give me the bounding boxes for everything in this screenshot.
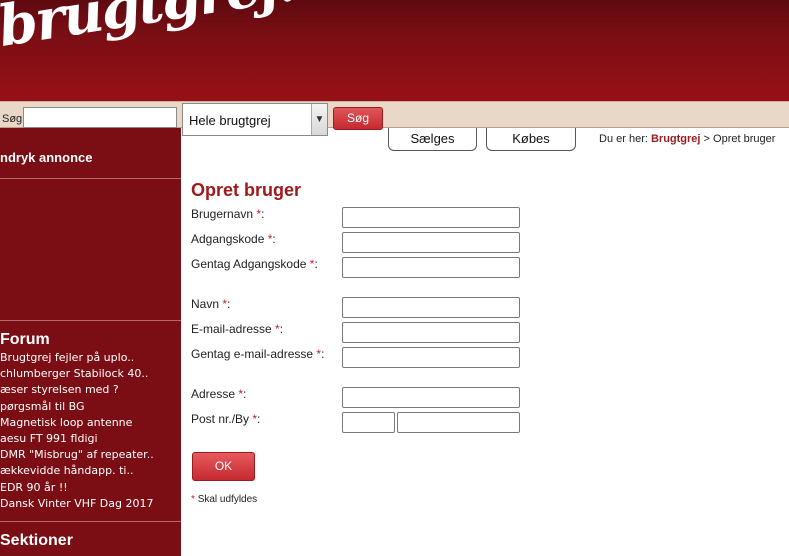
forum-item[interactable]: DMR "Misbrug" af repeater.. [0,447,154,463]
name-label: Navn *: [191,297,231,311]
password-label: Adgangskode *: [191,232,276,246]
forum-heading: Forum [0,331,50,348]
postal-city-label: Post nr./By *: [191,412,261,426]
name-field[interactable] [342,297,520,318]
breadcrumb: Du er her: Brugtgrej > Opret bruger [599,133,775,145]
required-note: * Skal udfyldes [191,494,258,505]
sidebar-divider [0,521,181,522]
password-repeat-field[interactable] [342,257,520,278]
password-field[interactable] [342,232,520,253]
search-label: Søg [2,113,23,125]
forum-item[interactable]: ækkevidde håndapp. ti.. [0,463,154,479]
search-bar: Søg Hele brugtgrej ▼ Søg [0,101,789,136]
forum-item[interactable]: EDR 90 år !! [0,480,154,496]
ok-button[interactable]: OK [192,452,255,481]
city-field[interactable] [397,412,520,433]
forum-item[interactable]: chlumberger Stabilock 40.. [0,366,154,382]
address-label: Adresse *: [191,387,247,401]
sidebar-divider [0,320,181,321]
email-repeat-label: Gentag e-mail-adresse *: [191,347,325,361]
breadcrumb-prefix: Du er her: [599,133,648,145]
forum-list: Brugtgrej fejler på uplo.. chlumberger S… [0,350,154,512]
forum-item[interactable]: æser styrelsen med ? [0,382,154,398]
sidebar-item-indryk-annonce[interactable]: ndryk annonce [0,150,92,165]
forum-item[interactable]: Magnetisk loop antenne [0,415,154,431]
forum-item[interactable]: aesu FT 991 fldigi [0,431,154,447]
breadcrumb-current: Opret bruger [713,133,776,145]
tab-saelges[interactable]: Sælges [388,128,477,151]
site-logo[interactable]: brugtgrej.dk [0,0,372,60]
password-repeat-label: Gentag Adgangskode *: [191,257,318,271]
postal-code-field[interactable] [342,412,395,433]
email-label: E-mail-adresse *: [191,322,284,336]
sidebar: ndryk annonce Forum Brugtgrej fejler på … [0,128,181,556]
email-repeat-field[interactable] [342,347,520,368]
chevron-down-icon[interactable]: ▼ [311,104,327,135]
username-field[interactable] [342,207,520,228]
search-scope-value: Hele brugtgrej [189,113,271,128]
breadcrumb-root-link[interactable]: Brugtgrej [651,133,701,145]
search-button[interactable]: Søg [333,107,383,130]
forum-item[interactable]: Dansk Vinter VHF Dag 2017 [0,496,154,512]
sidebar-divider [0,178,181,179]
username-label: Brugernavn *: [191,207,265,221]
search-input[interactable] [23,107,177,128]
page-title: Opret bruger [191,180,302,200]
site-header: brugtgrej.dk [0,0,789,101]
forum-item[interactable]: pørgsmål til BG [0,399,154,415]
address-field[interactable] [342,387,520,408]
search-scope-select[interactable]: Hele brugtgrej ▼ [182,103,328,136]
forum-item[interactable]: Brugtgrej fejler på uplo.. [0,350,154,366]
email-field[interactable] [342,322,520,343]
sektioner-heading: Sektioner [0,532,73,549]
breadcrumb-separator: > [703,133,710,145]
tab-kobes[interactable]: Købes [486,128,576,151]
